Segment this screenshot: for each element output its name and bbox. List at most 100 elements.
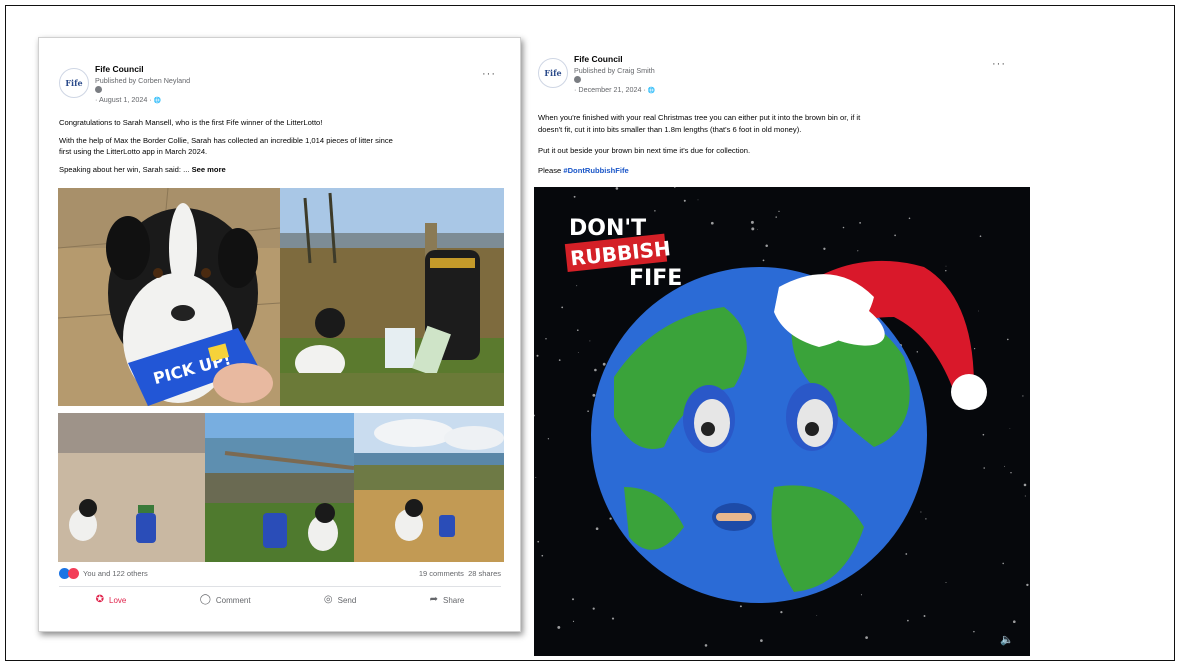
snow-speck (558, 359, 561, 361)
info-icon (574, 76, 581, 83)
snow-speck (587, 410, 589, 412)
hashtag-link[interactable]: #DontRubbishFife (563, 166, 628, 175)
snow-speck (857, 250, 859, 252)
snow-speck (842, 226, 845, 229)
fife-council-logo[interactable]: Fife (538, 58, 568, 88)
snow-speck (541, 554, 544, 557)
divider (59, 586, 501, 587)
snow-speck (973, 630, 975, 633)
post-christmas-tree: Fife Fife Council Published by Craig Smi… (534, 34, 1030, 656)
published-by: Published by Craig Smith (574, 66, 655, 75)
snow-speck (710, 221, 714, 225)
photo-dog-with-bags-coast[interactable] (205, 413, 354, 562)
snow-speck (654, 210, 656, 212)
snow-speck (760, 639, 763, 642)
snow-speck (982, 433, 985, 436)
snow-speck (535, 477, 537, 479)
snow-speck (1012, 620, 1016, 624)
send-button[interactable]: ◎ Send (324, 591, 356, 609)
snow-speck (974, 348, 976, 350)
comment-share-counts[interactable]: 19 comments 28 shares (419, 569, 501, 578)
snow-speck (576, 285, 578, 287)
snow-speck (592, 393, 596, 397)
love-icon: ✪ (95, 594, 105, 605)
snow-speck (916, 351, 919, 353)
snow-speck (561, 306, 564, 309)
globe-icon: 🌐 (153, 98, 162, 104)
snow-speck (920, 511, 922, 513)
snow-speck (905, 553, 908, 555)
snow-speck (778, 210, 780, 213)
see-more-link[interactable]: See more (192, 165, 226, 174)
snow-speck (751, 227, 755, 231)
snow-speck (925, 518, 927, 520)
snow-speck (775, 216, 777, 218)
snow-speck (945, 269, 947, 272)
snow-speck (1023, 483, 1027, 487)
post-litterlotto: Fife Fife Council Published by Corben Ne… (38, 37, 521, 632)
snow-speck (589, 340, 591, 342)
page-name[interactable]: Fife Council (95, 64, 144, 74)
snow-speck (683, 199, 686, 202)
snow-speck (615, 187, 619, 190)
snow-speck (547, 438, 550, 440)
love-button[interactable]: ✪ Love (96, 591, 127, 609)
post-text-line: Please #DontRubbishFife (538, 166, 629, 175)
snow-speck (536, 354, 539, 357)
snow-speck (765, 244, 768, 247)
snow-speck (1006, 338, 1009, 341)
snow-speck (1026, 583, 1029, 587)
snow-speck (762, 259, 765, 262)
post-text-line: When you're finished with your real Chri… (538, 113, 861, 122)
post-text-line: first using the LitterLotto app in March… (59, 147, 208, 156)
post-text-line: Speaking about her win, Sarah said: ... … (59, 165, 226, 174)
snow-speck (697, 199, 699, 201)
snow-speck (983, 467, 985, 469)
photo-dog-on-beach[interactable] (58, 413, 205, 562)
share-icon: ➦ (429, 594, 438, 605)
photo-dog-with-packet[interactable]: PICK UP! (58, 188, 280, 406)
snow-speck (894, 234, 896, 237)
video-dont-rubbish-fife[interactable]: DON'T RUBBISH FIFE 🔈 (534, 187, 1030, 656)
snow-speck (595, 527, 599, 531)
action-bar: ✪ Love ◯ Comment ◎ Send ➦ Share (59, 591, 501, 609)
globe-icon: 🌐 (647, 88, 656, 94)
photo-dog-beside-bin[interactable] (280, 188, 504, 406)
share-button[interactable]: ➦ Share (430, 591, 465, 609)
snow-speck (557, 625, 561, 629)
snow-speck (609, 517, 612, 520)
snow-speck (945, 265, 947, 267)
snow-speck (592, 607, 595, 610)
post-date[interactable]: · December 21, 2024 · 🌐 (574, 85, 655, 94)
more-options-icon[interactable]: ··· (482, 68, 496, 80)
snow-speck (577, 352, 579, 353)
page-name[interactable]: Fife Council (574, 54, 623, 64)
volume-icon[interactable]: 🔈 (1000, 633, 1014, 646)
post-date[interactable]: · August 1, 2024 · 🌐 (95, 95, 161, 104)
snow-speck (859, 222, 861, 224)
snow-speck (739, 605, 742, 608)
snow-speck (571, 598, 575, 601)
photo-dog-sandy-rocks[interactable] (354, 413, 504, 562)
snow-speck (865, 636, 868, 639)
logo-fife: FIFE (629, 266, 682, 291)
snow-speck (923, 615, 926, 617)
snow-speck (750, 220, 754, 224)
reactions-bar[interactable]: You and 122 others 19 comments 28 shares (59, 568, 501, 582)
messenger-icon: ◎ (323, 594, 333, 605)
snow-speck (1010, 472, 1012, 474)
snow-speck (1009, 427, 1011, 429)
published-by: Published by Corben Neyland (95, 76, 191, 85)
reactions-count[interactable]: You and 122 others (83, 569, 148, 578)
snow-speck (611, 617, 615, 620)
post-text-line: Put it out beside your brown bin next ti… (538, 146, 751, 155)
snow-speck (545, 338, 547, 340)
snow-speck (1022, 395, 1024, 397)
more-options-icon[interactable]: ··· (992, 58, 1006, 70)
snow-speck (780, 610, 783, 614)
snow-speck (816, 615, 818, 616)
snow-speck (860, 594, 863, 596)
comment-button[interactable]: ◯ Comment (200, 591, 251, 609)
snow-speck (907, 619, 909, 622)
fife-council-logo[interactable]: Fife (59, 68, 89, 98)
